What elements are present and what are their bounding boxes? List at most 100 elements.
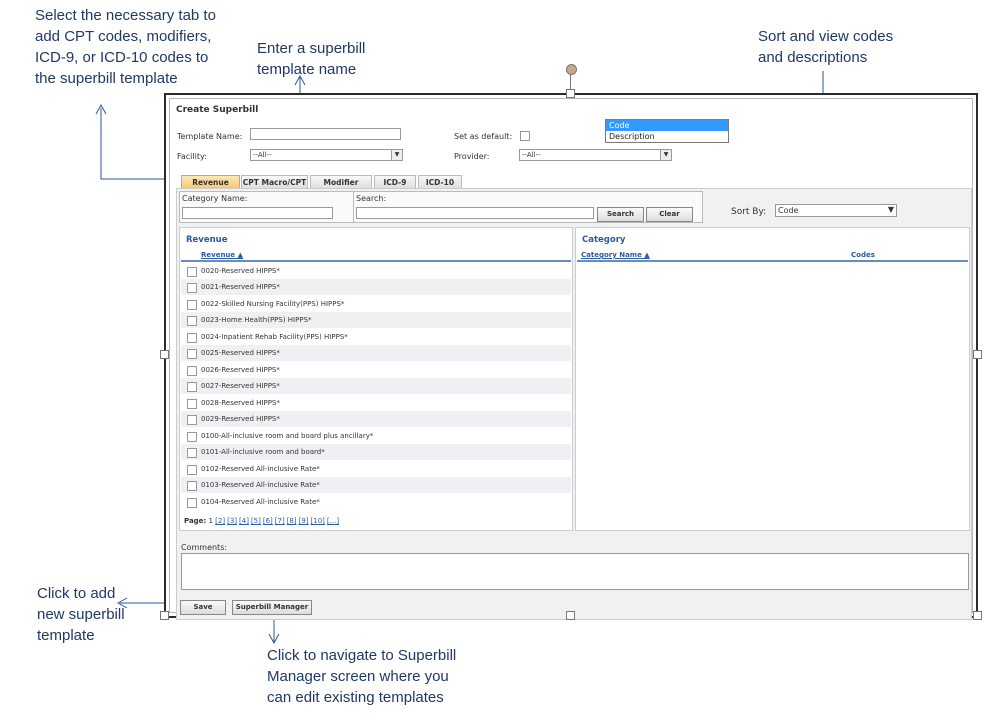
category-name-label: Category Name: <box>182 194 248 203</box>
sort-by-select[interactable]: Code ▼ <box>775 204 897 217</box>
table-row[interactable]: 0022-Skilled Nursing Facility(PPS) HIPPS… <box>181 296 571 312</box>
page-link[interactable]: [8] <box>287 517 297 525</box>
resize-handle <box>566 89 575 98</box>
category-panel: Category Category Name ▲ Codes <box>575 227 970 531</box>
page-link[interactable]: [6] <box>263 517 273 525</box>
rotation-handle <box>566 64 577 75</box>
category-panel-title: Category <box>582 235 626 245</box>
pagination: Page: 1 [2] [3] [4] [5] [6] [7] [8] [9] [10] [...… <box>184 517 341 525</box>
facility-label: Facility: <box>177 152 207 161</box>
category-name-column-label: Category Name <box>581 251 642 259</box>
superbill-manager-button[interactable]: Superbill Manager <box>232 600 312 615</box>
page-link[interactable]: [9] <box>299 517 309 525</box>
search-input[interactable] <box>356 207 594 219</box>
table-row[interactable]: 0104-Reserved All-inclusive Rate* <box>181 494 571 510</box>
table-row[interactable]: 0024-Inpatient Rehab Facility(PPS) HIPPS… <box>181 329 571 345</box>
row-checkbox[interactable] <box>187 498 197 508</box>
category-name-input[interactable] <box>182 207 333 219</box>
current-page: 1 <box>208 517 213 525</box>
provider-select[interactable]: --All-- ▼ <box>519 149 672 161</box>
tab-cpt-macro[interactable]: CPT Macro/CPT <box>241 175 308 189</box>
revenue-column-header[interactable]: Revenue ▲ <box>201 251 243 259</box>
resize-handle <box>160 350 169 359</box>
revenue-panel: Revenue Revenue ▲ 0020-Reserved HIPPS* 0… <box>179 227 573 531</box>
table-row[interactable]: 0103-Reserved All-inclusive Rate* <box>181 477 571 493</box>
row-checkbox[interactable] <box>187 267 197 277</box>
sort-option-code[interactable]: Code <box>606 120 728 131</box>
provider-label: Provider: <box>454 152 490 161</box>
codes-column-header: Codes <box>851 251 875 259</box>
table-row[interactable]: 0029-Reserved HIPPS* <box>181 411 571 427</box>
set-default-checkbox[interactable] <box>520 131 530 141</box>
page-link[interactable]: [...] <box>327 517 339 525</box>
row-label: 0022-Skilled Nursing Facility(PPS) HIPPS… <box>201 300 345 308</box>
row-checkbox[interactable] <box>187 481 197 491</box>
chevron-down-icon[interactable]: ▼ <box>391 150 402 160</box>
sort-by-options: Code Description <box>605 119 729 143</box>
row-label: 0025-Reserved HIPPS* <box>201 349 280 357</box>
facility-select[interactable]: --All-- ▼ <box>250 149 403 161</box>
page-link[interactable]: [7] <box>275 517 285 525</box>
table-row[interactable]: 0025-Reserved HIPPS* <box>181 345 571 361</box>
search-label: Search: <box>356 194 387 203</box>
clear-button[interactable]: Clear <box>646 207 693 222</box>
row-checkbox[interactable] <box>187 316 197 326</box>
row-label: 0027-Reserved HIPPS* <box>201 382 280 390</box>
page-link[interactable]: [5] <box>251 517 261 525</box>
table-row[interactable]: 0100-All-inclusive room and board plus a… <box>181 428 571 444</box>
row-checkbox[interactable] <box>187 432 197 442</box>
provider-value: --All-- <box>522 151 541 159</box>
page-link[interactable]: [10] <box>311 517 325 525</box>
row-label: 0028-Reserved HIPPS* <box>201 399 280 407</box>
row-checkbox[interactable] <box>187 300 197 310</box>
page-link[interactable]: [2] <box>215 517 225 525</box>
tab-icd9[interactable]: ICD-9 <box>374 175 416 189</box>
set-default-label: Set as default: <box>454 132 513 141</box>
row-checkbox[interactable] <box>187 366 197 376</box>
page-link[interactable]: [4] <box>239 517 249 525</box>
table-row[interactable]: 0026-Reserved HIPPS* <box>181 362 571 378</box>
table-row[interactable]: 0027-Reserved HIPPS* <box>181 378 571 394</box>
table-row[interactable]: 0021-Reserved HIPPS* <box>181 279 571 295</box>
resize-handle <box>566 611 575 620</box>
row-checkbox[interactable] <box>187 448 197 458</box>
row-checkbox[interactable] <box>187 382 197 392</box>
row-checkbox[interactable] <box>187 415 197 425</box>
search-box: Search: Search Clear <box>353 191 703 223</box>
row-checkbox[interactable] <box>187 283 197 293</box>
table-row[interactable]: 0023-Home Health(PPS) HIPPS* <box>181 312 571 328</box>
category-header-rule <box>577 260 968 262</box>
revenue-panel-title: Revenue <box>186 235 228 245</box>
sort-option-description[interactable]: Description <box>606 131 728 142</box>
table-row[interactable]: 0020-Reserved HIPPS* <box>181 263 571 279</box>
row-label: 0021-Reserved HIPPS* <box>201 283 280 291</box>
tab-content: Category Name: Search: Search Clear Sort… <box>176 188 972 620</box>
revenue-column-label: Revenue <box>201 251 236 259</box>
comments-textarea[interactable] <box>181 553 969 590</box>
row-checkbox[interactable] <box>187 349 197 359</box>
row-label: 0024-Inpatient Rehab Facility(PPS) HIPPS… <box>201 333 348 341</box>
tab-icd10[interactable]: ICD-10 <box>418 175 462 189</box>
row-checkbox[interactable] <box>187 333 197 343</box>
sort-by-value: Code <box>778 206 799 215</box>
table-row[interactable]: 0101-All-inclusive room and board* <box>181 444 571 460</box>
save-button[interactable]: Save <box>180 600 226 615</box>
table-row[interactable]: 0028-Reserved HIPPS* <box>181 395 571 411</box>
category-filter-box: Category Name: <box>179 191 354 223</box>
table-row[interactable]: 0102-Reserved All-inclusive Rate* <box>181 461 571 477</box>
facility-value: --All-- <box>253 151 272 159</box>
page-link[interactable]: [3] <box>227 517 237 525</box>
template-name-input[interactable] <box>250 128 401 140</box>
tab-revenue[interactable]: Revenue <box>181 175 240 189</box>
chevron-down-icon[interactable]: ▼ <box>886 205 896 215</box>
resize-handle <box>973 350 982 359</box>
row-label: 0029-Reserved HIPPS* <box>201 415 280 423</box>
tab-modifier[interactable]: Modifier <box>310 175 372 189</box>
category-name-column-header[interactable]: Category Name ▲ <box>581 251 650 259</box>
row-label: 0020-Reserved HIPPS* <box>201 267 280 275</box>
row-checkbox[interactable] <box>187 465 197 475</box>
search-button[interactable]: Search <box>597 207 644 222</box>
row-checkbox[interactable] <box>187 399 197 409</box>
chevron-down-icon[interactable]: ▼ <box>660 150 671 160</box>
row-label: 0100-All-inclusive room and board plus a… <box>201 432 374 440</box>
